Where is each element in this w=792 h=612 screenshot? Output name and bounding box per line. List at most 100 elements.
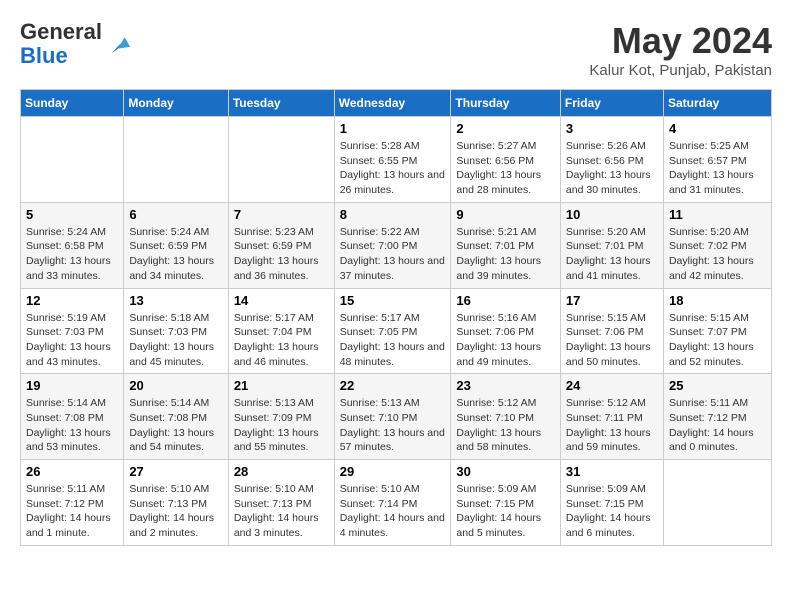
calendar-cell: 5 Sunrise: 5:24 AMSunset: 6:58 PMDaylight… [21,202,124,288]
day-number: 30 [456,464,555,479]
weekday-header: Sunday [21,90,124,117]
calendar-cell: 28 Sunrise: 5:10 AMSunset: 7:13 PMDayligh… [228,460,334,546]
day-number: 14 [234,293,329,308]
calendar-cell: 31 Sunrise: 5:09 AMSunset: 7:15 PMDayligh… [560,460,663,546]
calendar-cell: 16Sunrise: 5:16 AMSunset: 7:06 PMDayligh… [451,288,561,374]
day-info: Sunrise: 5:10 AMSunset: 7:13 PMDaylight:… [234,482,329,541]
day-info: Sunrise: 5:25 AMSunset: 6:57 PMDaylight:… [669,139,766,198]
day-info: Sunrise: 5:10 AMSunset: 7:14 PMDaylight:… [340,482,446,541]
day-number: 9 [456,207,555,222]
day-info: Sunrise: 5:12 AMSunset: 7:11 PMDaylight:… [566,396,658,455]
calendar-cell: 12 Sunrise: 5:19 AMSunset: 7:03 PMDayligh… [21,288,124,374]
calendar-cell: 21Sunrise: 5:13 AMSunset: 7:09 PMDayligh… [228,374,334,460]
calendar-cell: 30 Sunrise: 5:09 AMSunset: 7:15 PMDayligh… [451,460,561,546]
calendar-week-row: 19Sunrise: 5:14 AMSunset: 7:08 PMDayligh… [21,374,772,460]
calendar-cell: 1 Sunrise: 5:28 AMSunset: 6:55 PMDaylight… [334,117,451,203]
day-number: 20 [129,378,222,393]
day-number: 24 [566,378,658,393]
logo-blue: Blue [20,43,68,68]
day-number: 4 [669,121,766,136]
day-info: Sunrise: 5:27 AMSunset: 6:56 PMDaylight:… [456,139,555,198]
day-number: 29 [340,464,446,479]
day-number: 10 [566,207,658,222]
day-info: Sunrise: 5:12 AMSunset: 7:10 PMDaylight:… [456,396,555,455]
day-number: 3 [566,121,658,136]
day-info: Sunrise: 5:21 AMSunset: 7:01 PMDaylight:… [456,225,555,284]
calendar-cell: 27 Sunrise: 5:10 AMSunset: 7:13 PMDayligh… [124,460,228,546]
calendar-cell [663,460,771,546]
logo: General Blue [20,20,132,68]
calendar-week-row: 1 Sunrise: 5:28 AMSunset: 6:55 PMDaylight… [21,117,772,203]
day-number: 26 [26,464,118,479]
calendar-cell: 4 Sunrise: 5:25 AMSunset: 6:57 PMDaylight… [663,117,771,203]
location: Kalur Kot, Punjab, Pakistan [589,62,772,79]
day-number: 22 [340,378,446,393]
calendar-cell: 9 Sunrise: 5:21 AMSunset: 7:01 PMDaylight… [451,202,561,288]
calendar-cell: 20 Sunrise: 5:14 AMSunset: 7:08 PMDayligh… [124,374,228,460]
calendar-table: SundayMondayTuesdayWednesdayThursdayFrid… [20,89,772,546]
day-number: 8 [340,207,446,222]
calendar-cell: 15Sunrise: 5:17 AMSunset: 7:05 PMDayligh… [334,288,451,374]
calendar-week-row: 12 Sunrise: 5:19 AMSunset: 7:03 PMDayligh… [21,288,772,374]
calendar-cell: 24 Sunrise: 5:12 AMSunset: 7:11 PMDayligh… [560,374,663,460]
day-number: 12 [26,293,118,308]
calendar-cell: 17Sunrise: 5:15 AMSunset: 7:06 PMDayligh… [560,288,663,374]
day-info: Sunrise: 5:14 AMSunset: 7:08 PMDaylight:… [26,396,118,455]
calendar-cell: 6 Sunrise: 5:24 AMSunset: 6:59 PMDaylight… [124,202,228,288]
weekday-header: Monday [124,90,228,117]
day-info: Sunrise: 5:13 AMSunset: 7:10 PMDaylight:… [340,396,446,455]
day-info: Sunrise: 5:17 AMSunset: 7:04 PMDaylight:… [234,311,329,370]
calendar-cell: 3 Sunrise: 5:26 AMSunset: 6:56 PMDaylight… [560,117,663,203]
weekday-header: Saturday [663,90,771,117]
calendar-week-row: 26 Sunrise: 5:11 AMSunset: 7:12 PMDayligh… [21,460,772,546]
day-number: 27 [129,464,222,479]
day-info: Sunrise: 5:20 AMSunset: 7:02 PMDaylight:… [669,225,766,284]
logo-icon [104,30,132,58]
day-number: 6 [129,207,222,222]
day-number: 1 [340,121,446,136]
day-info: Sunrise: 5:24 AMSunset: 6:58 PMDaylight:… [26,225,118,284]
day-info: Sunrise: 5:23 AMSunset: 6:59 PMDaylight:… [234,225,329,284]
day-number: 13 [129,293,222,308]
day-info: Sunrise: 5:11 AMSunset: 7:12 PMDaylight:… [26,482,118,541]
day-info: Sunrise: 5:28 AMSunset: 6:55 PMDaylight:… [340,139,446,198]
day-info: Sunrise: 5:11 AMSunset: 7:12 PMDaylight:… [669,396,766,455]
calendar-cell: 8Sunrise: 5:22 AMSunset: 7:00 PMDaylight… [334,202,451,288]
day-number: 25 [669,378,766,393]
day-info: Sunrise: 5:26 AMSunset: 6:56 PMDaylight:… [566,139,658,198]
day-info: Sunrise: 5:09 AMSunset: 7:15 PMDaylight:… [566,482,658,541]
calendar-cell: 29 Sunrise: 5:10 AMSunset: 7:14 PMDayligh… [334,460,451,546]
day-info: Sunrise: 5:19 AMSunset: 7:03 PMDaylight:… [26,311,118,370]
day-number: 28 [234,464,329,479]
day-info: Sunrise: 5:10 AMSunset: 7:13 PMDaylight:… [129,482,222,541]
day-info: Sunrise: 5:16 AMSunset: 7:06 PMDaylight:… [456,311,555,370]
calendar-cell [21,117,124,203]
calendar-cell: 26 Sunrise: 5:11 AMSunset: 7:12 PMDayligh… [21,460,124,546]
calendar-cell: 14 Sunrise: 5:17 AMSunset: 7:04 PMDayligh… [228,288,334,374]
day-info: Sunrise: 5:20 AMSunset: 7:01 PMDaylight:… [566,225,658,284]
day-number: 5 [26,207,118,222]
calendar-cell: 23Sunrise: 5:12 AMSunset: 7:10 PMDayligh… [451,374,561,460]
calendar-cell: 25 Sunrise: 5:11 AMSunset: 7:12 PMDayligh… [663,374,771,460]
weekday-header: Tuesday [228,90,334,117]
day-number: 2 [456,121,555,136]
day-info: Sunrise: 5:15 AMSunset: 7:06 PMDaylight:… [566,311,658,370]
day-info: Sunrise: 5:15 AMSunset: 7:07 PMDaylight:… [669,311,766,370]
calendar-cell: 19Sunrise: 5:14 AMSunset: 7:08 PMDayligh… [21,374,124,460]
weekday-header: Thursday [451,90,561,117]
day-info: Sunrise: 5:09 AMSunset: 7:15 PMDaylight:… [456,482,555,541]
day-info: Sunrise: 5:24 AMSunset: 6:59 PMDaylight:… [129,225,222,284]
calendar-cell: 22 Sunrise: 5:13 AMSunset: 7:10 PMDayligh… [334,374,451,460]
logo-general: General [20,19,102,44]
calendar-cell: 2 Sunrise: 5:27 AMSunset: 6:56 PMDaylight… [451,117,561,203]
month-title: May 2024 [589,20,772,62]
calendar-cell: 13Sunrise: 5:18 AMSunset: 7:03 PMDayligh… [124,288,228,374]
day-number: 15 [340,293,446,308]
weekday-header-row: SundayMondayTuesdayWednesdayThursdayFrid… [21,90,772,117]
calendar-cell: 18Sunrise: 5:15 AMSunset: 7:07 PMDayligh… [663,288,771,374]
day-info: Sunrise: 5:14 AMSunset: 7:08 PMDaylight:… [129,396,222,455]
day-number: 21 [234,378,329,393]
day-number: 31 [566,464,658,479]
page-header: General Blue May 2024 Kalur Kot, Punjab,… [20,20,772,79]
weekday-header: Friday [560,90,663,117]
